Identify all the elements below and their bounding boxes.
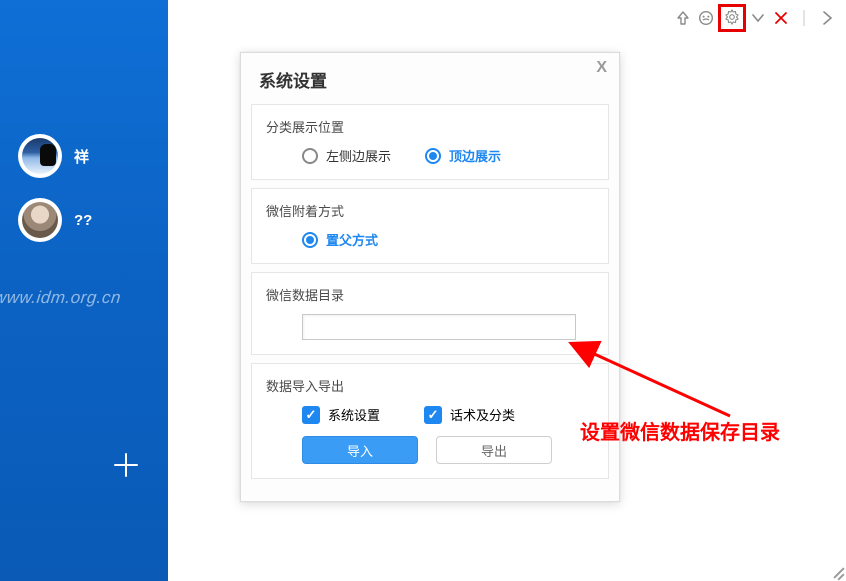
window-controls	[672, 4, 838, 32]
radio-icon	[302, 232, 318, 248]
radio-parent-mode[interactable]: 置父方式	[302, 230, 378, 249]
contact-item[interactable]: ??	[0, 188, 168, 252]
chevron-right-icon[interactable]	[816, 7, 838, 29]
avatar	[18, 134, 62, 178]
contact-name: ??	[74, 212, 92, 229]
radio-label: 顶边展示	[449, 146, 501, 165]
annotation-text: 设置微信数据保存目录	[580, 416, 780, 445]
import-button[interactable]: 导入	[302, 436, 418, 464]
gear-icon[interactable]	[723, 9, 741, 27]
add-button[interactable]	[106, 445, 146, 485]
radio-label: 左侧边展示	[326, 146, 391, 165]
section-display-position: 分类展示位置 左侧边展示 顶边展示	[251, 104, 609, 180]
checkbox-label: 系统设置	[328, 405, 380, 424]
radio-label: 置父方式	[326, 230, 378, 249]
contact-name: 祥	[74, 146, 89, 167]
checkbox-icon: ✓	[424, 406, 442, 424]
radio-top-display[interactable]: 顶边展示	[425, 146, 501, 165]
radio-icon	[302, 148, 318, 164]
divider	[793, 7, 815, 29]
annotation-arrow	[540, 286, 770, 436]
radio-left-display[interactable]: 左侧边展示	[302, 146, 391, 165]
export-button[interactable]: 导出	[436, 436, 552, 464]
checkbox-label: 话术及分类	[450, 405, 515, 424]
resize-grip[interactable]	[828, 563, 844, 579]
sidebar: 祥 ?? www.idm.org.cn	[0, 0, 168, 581]
radio-icon	[425, 148, 441, 164]
dialog-title: 系统设置 X	[241, 53, 619, 104]
dialog-title-text: 系统设置	[259, 72, 327, 91]
data-dir-input[interactable]	[302, 314, 576, 340]
avatar	[18, 198, 62, 242]
close-icon[interactable]	[770, 7, 792, 29]
section-title: 分类展示位置	[266, 117, 594, 136]
face-icon[interactable]	[695, 7, 717, 29]
checkbox-system-settings[interactable]: ✓ 系统设置	[302, 405, 380, 424]
checkbox-scripts-categories[interactable]: ✓ 话术及分类	[424, 405, 515, 424]
up-arrow-icon[interactable]	[672, 7, 694, 29]
contact-item[interactable]: 祥	[0, 124, 168, 188]
checkbox-icon: ✓	[302, 406, 320, 424]
watermark-text: www.idm.org.cn	[0, 288, 122, 308]
settings-highlight-box	[718, 4, 746, 32]
section-title: 微信附着方式	[266, 201, 594, 220]
chevron-down-icon[interactable]	[747, 7, 769, 29]
section-attach-mode: 微信附着方式 置父方式	[251, 188, 609, 264]
dialog-close-button[interactable]: X	[596, 59, 607, 77]
